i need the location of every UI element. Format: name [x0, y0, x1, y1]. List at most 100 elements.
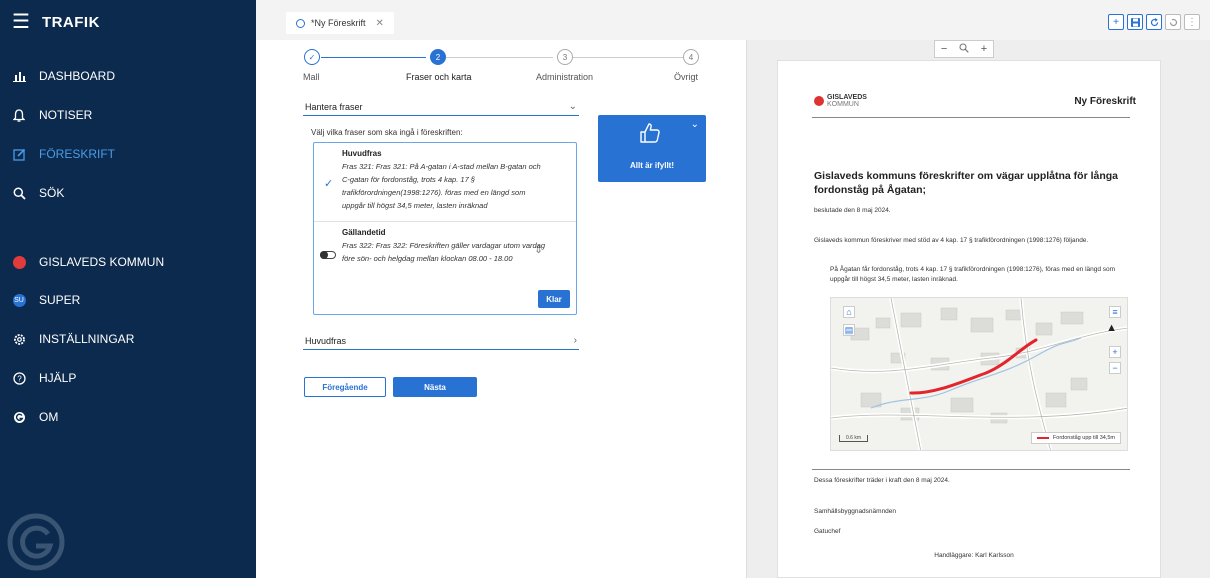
step-3-circle[interactable]: 3: [557, 49, 573, 65]
tab-label: *Ny Föreskrift: [311, 18, 366, 28]
step-1-check-icon[interactable]: ✓: [304, 49, 320, 65]
effective-date: Dessa föreskrifter träder i kraft den 8 …: [814, 477, 950, 484]
north-arrow-icon: ▲: [1106, 322, 1117, 334]
paragraph: Gislaveds kommun föreskriver med stöd av…: [814, 237, 1089, 244]
legend-swatch: [1036, 437, 1049, 439]
menu-icon[interactable]: ≡: [1109, 306, 1121, 318]
thumbs-up-icon: [640, 123, 660, 143]
zoom-out-icon[interactable]: −: [1109, 362, 1121, 374]
document-heading: Gislaveds kommuns föreskrifter om vägar …: [814, 170, 1119, 196]
municipality-logo: GISLAVEDS KOMMUN: [814, 94, 867, 108]
sidebar-item-foreskrift[interactable]: FÖRESKRIFT: [12, 144, 115, 164]
next-button[interactable]: Nästa: [393, 377, 477, 397]
handler-name: Handläggare: Karl Karlsson: [934, 552, 1014, 559]
phrase-title: Huvudfras: [342, 149, 382, 158]
save-icon[interactable]: [1127, 14, 1143, 30]
document-title: Ny Föreskrift: [1074, 96, 1136, 107]
sidebar-item-dashboard[interactable]: DASHBOARD: [12, 66, 115, 86]
status-label: Allt är ifyllt!: [629, 161, 674, 170]
sidebar-item-label: OM: [39, 410, 59, 424]
zoom-search-icon[interactable]: [959, 42, 969, 56]
chevron-down-icon[interactable]: ⌄: [691, 119, 699, 130]
select-value: Huvudfras: [305, 335, 347, 346]
sidebar-item-sok[interactable]: SÖK: [12, 183, 64, 203]
board-name: Samhällsbyggnadsnämnden: [814, 508, 897, 515]
gear-icon: [12, 332, 26, 346]
step-connector: [321, 57, 426, 58]
sidebar: ☰ TRAFIK DASHBOARD NOTISER FÖRESKRIFT SÖ…: [0, 0, 256, 578]
sidebar-item-om[interactable]: OM: [12, 407, 58, 427]
tab-ny-foreskrift[interactable]: *Ny Föreskrift ✕: [286, 12, 394, 34]
stepper: ✓ 2 3 4 Mall Fraser och karta Administra…: [256, 40, 746, 90]
chevron-right-icon: ›: [573, 335, 577, 346]
close-icon[interactable]: ✕: [376, 18, 384, 29]
step-4-circle[interactable]: 4: [683, 49, 699, 65]
sidebar-item-notiser[interactable]: NOTISER: [12, 105, 92, 125]
logo-name: GISLAVEDS: [827, 94, 867, 101]
divider: [812, 469, 1130, 470]
sidebar-item-installningar[interactable]: INSTÄLLNINGAR: [12, 329, 134, 349]
sidebar-item-label: INSTÄLLNINGAR: [39, 332, 135, 346]
paragraph: På Ågatan får fordonståg, trots 4 kap. 1…: [830, 266, 1116, 283]
check-icon[interactable]: ✓: [324, 177, 333, 190]
step-connector: [573, 57, 683, 58]
edit-icon: [12, 147, 26, 161]
more-options-icon[interactable]: ⋮: [1184, 14, 1200, 30]
unsaved-dot-icon: [296, 18, 305, 28]
layers-icon[interactable]: ▤: [843, 324, 855, 336]
phrase-toggle[interactable]: [320, 251, 336, 259]
previous-button[interactable]: Föregående: [304, 377, 386, 397]
sidebar-item-label: SUPER: [39, 293, 81, 307]
zoom-out-icon[interactable]: −: [941, 43, 947, 55]
zoom-in-icon[interactable]: +: [981, 43, 987, 55]
hamburger-menu-icon[interactable]: ☰: [12, 12, 30, 32]
zoom-controls: − +: [934, 40, 994, 58]
sidebar-item-gislaveds-kommun[interactable]: GISLAVEDS KOMMUN: [12, 252, 164, 272]
main-phrase-select[interactable]: Huvudfras ›: [303, 332, 579, 350]
divider: [314, 221, 576, 222]
home-icon[interactable]: ⌂: [843, 306, 855, 318]
signatory-role: Gatuchef: [814, 528, 841, 535]
step-2-circle[interactable]: 2: [430, 49, 446, 65]
zoom-in-icon[interactable]: +: [1109, 346, 1121, 358]
search-icon: [12, 186, 26, 200]
svg-text:?: ?: [17, 374, 22, 383]
brand: ☰ TRAFIK: [12, 10, 100, 34]
editor-panel: ✓ 2 3 4 Mall Fraser och karta Administra…: [256, 40, 746, 578]
sidebar-item-label: NOTISER: [39, 108, 93, 122]
map-scale: 0.6 km: [839, 435, 869, 442]
route-map[interactable]: ⌂ ▤ ≡ + − ▲ 0.6 km Fordonståg upp till 3…: [830, 297, 1128, 451]
divider: [812, 117, 1130, 118]
sidebar-item-label: FÖRESKRIFT: [39, 147, 116, 161]
status-card[interactable]: ⌄ Allt är ifyllt!: [598, 115, 706, 182]
done-button[interactable]: Klar: [538, 290, 570, 308]
reset-icon[interactable]: [1165, 14, 1181, 30]
legend-label: Fordonståg upp till 34,5m: [1052, 435, 1115, 441]
sidebar-item-label: HJÄLP: [39, 371, 77, 385]
phrase-list: ✓ Huvudfras Fras 321: Fras 321: På A-gat…: [313, 142, 577, 315]
sidebar-item-super[interactable]: Su SUPER: [12, 290, 80, 310]
step-connector: [446, 57, 553, 58]
phrase-text: Fras 322: Fras 322: Föreskriften gäller …: [342, 241, 546, 263]
bell-icon: [12, 108, 26, 122]
document-preview: − + GISLAVEDS KOMMUN Ny Föreskrift Gisla…: [746, 40, 1210, 578]
document-page: GISLAVEDS KOMMUN Ny Föreskrift Gislaveds…: [777, 60, 1161, 578]
app-title: TRAFIK: [41, 13, 100, 31]
about-icon: [12, 410, 26, 424]
toolbar: + ⋮: [1108, 14, 1200, 30]
sidebar-item-hjalp[interactable]: ? HJÄLP: [12, 368, 76, 388]
chevron-down-icon: ⌄: [568, 101, 577, 112]
manage-phrases-select[interactable]: Hantera fraser ⌄: [303, 98, 579, 116]
logo-mark-icon: [814, 96, 824, 106]
refresh-icon[interactable]: [1146, 14, 1162, 30]
step-label-ovrigt: Övrigt: [674, 72, 699, 82]
step-label-mall: Mall: [303, 72, 320, 82]
brand-watermark-icon: [6, 512, 66, 572]
decided-date: beslutade den 8 maj 2024.: [814, 207, 891, 214]
sidebar-item-label: SÖK: [39, 186, 65, 200]
user-badge-icon: Su: [12, 293, 26, 307]
map-graphic: [831, 298, 1127, 450]
phrase-text: Fras 321: Fras 321: På A-gatan i A-stad …: [342, 162, 541, 210]
phrase-title: Gällandetid: [342, 228, 386, 237]
add-icon[interactable]: +: [1108, 14, 1124, 30]
